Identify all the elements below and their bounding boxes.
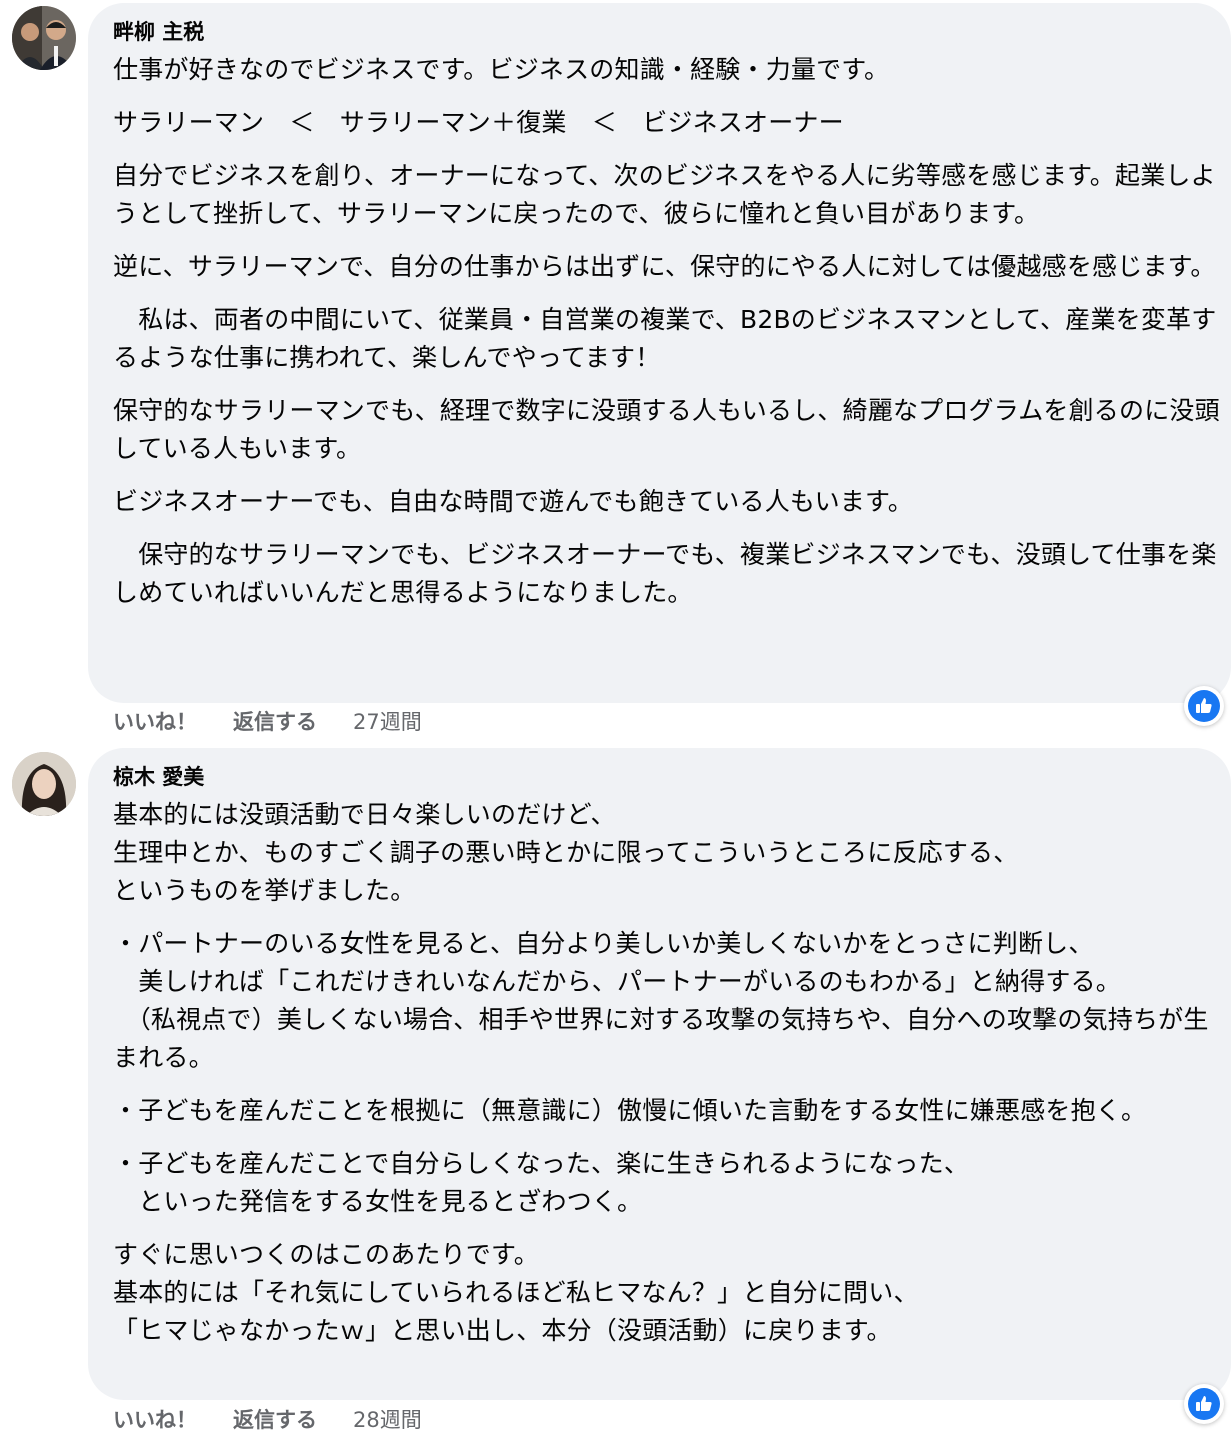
avatar-photo: [12, 6, 76, 70]
like-reaction-badge[interactable]: [1184, 686, 1224, 726]
comment-paragraph: ・子どもを産んだことで自分らしくなった、楽に生きられるようになった、 といった発…: [113, 1149, 970, 1216]
thumbs-up-icon: [1196, 698, 1212, 713]
avatar[interactable]: [12, 6, 76, 70]
comment-paragraph: 自分でビジネスを創り、オーナーになって、次のビジネスをやる人に劣等感を感じます。…: [113, 161, 1216, 228]
comment-timestamp[interactable]: 28週間: [353, 1404, 422, 1434]
avatar-photo: [12, 752, 76, 816]
comment-paragraph: すぐに思いつくのはこのあたりです。 基本的には「それ気にしていられるほど私ヒマな…: [113, 1240, 919, 1345]
reply-button[interactable]: 返信する: [233, 1404, 317, 1434]
like-reaction-badge[interactable]: [1184, 1384, 1224, 1424]
avatar[interactable]: [12, 752, 76, 816]
comment-paragraph: 保守的なサラリーマンでも、ビジネスオーナーでも、複業ビジネスマンでも、没頭して仕…: [113, 540, 1217, 607]
reply-button[interactable]: 返信する: [233, 706, 317, 736]
comment-author[interactable]: 椋木 愛美: [113, 762, 1221, 792]
comment-paragraph: サラリーマン ＜ サラリーマン＋復業 ＜ ビジネスオーナー: [113, 108, 844, 137]
comment-bubble: 椋木 愛美 基本的には没頭活動で日々楽しいのだけど、 生理中とか、ものすごく調子…: [88, 748, 1231, 1400]
comment-actions: いいね！ 返信する 27週間: [113, 706, 422, 736]
comment-actions: いいね！ 返信する 28週間: [113, 1404, 422, 1434]
comment-paragraph: 逆に、サラリーマンで、自分の仕事からは出ずに、保守的にやる人に対しては優越感を感…: [113, 252, 1216, 281]
comment-timestamp[interactable]: 27週間: [353, 706, 422, 736]
comment-paragraph: 私は、両者の中間にいて、従業員・自営業の複業で、B2Bのビジネスマンとして、産業…: [113, 305, 1217, 372]
like-button[interactable]: いいね！: [113, 1404, 197, 1434]
comment-paragraph: 基本的には没頭活動で日々楽しいのだけど、 生理中とか、ものすごく調子の悪い時とか…: [113, 800, 1019, 905]
thumbs-up-icon: [1196, 1396, 1212, 1411]
comment-bubble: 畔柳 主税 仕事が好きなのでビジネスです。ビジネスの知識・経験・力量です。 サラ…: [88, 3, 1231, 703]
comment-paragraph: ビジネスオーナーでも、自由な時間で遊んでも飽きている人もいます。: [113, 487, 913, 516]
comment-paragraph: 保守的なサラリーマンでも、経理で数字に没頭する人もいるし、綺麗なプログラムを創る…: [113, 396, 1220, 463]
comment-paragraph: 仕事が好きなのでビジネスです。ビジネスの知識・経験・力量です。: [113, 55, 890, 84]
comment-paragraph: ・パートナーのいる女性を見ると、自分より美しいか美しくないかをとっさに判断し、 …: [113, 929, 1209, 1072]
comment-paragraph: ・子どもを産んだことを根拠に（無意識に）傲慢に傾いた言動をする女性に嫌悪感を抱く…: [113, 1096, 1147, 1125]
comment-author[interactable]: 畔柳 主税: [113, 17, 1221, 47]
like-button[interactable]: いいね！: [113, 706, 197, 736]
